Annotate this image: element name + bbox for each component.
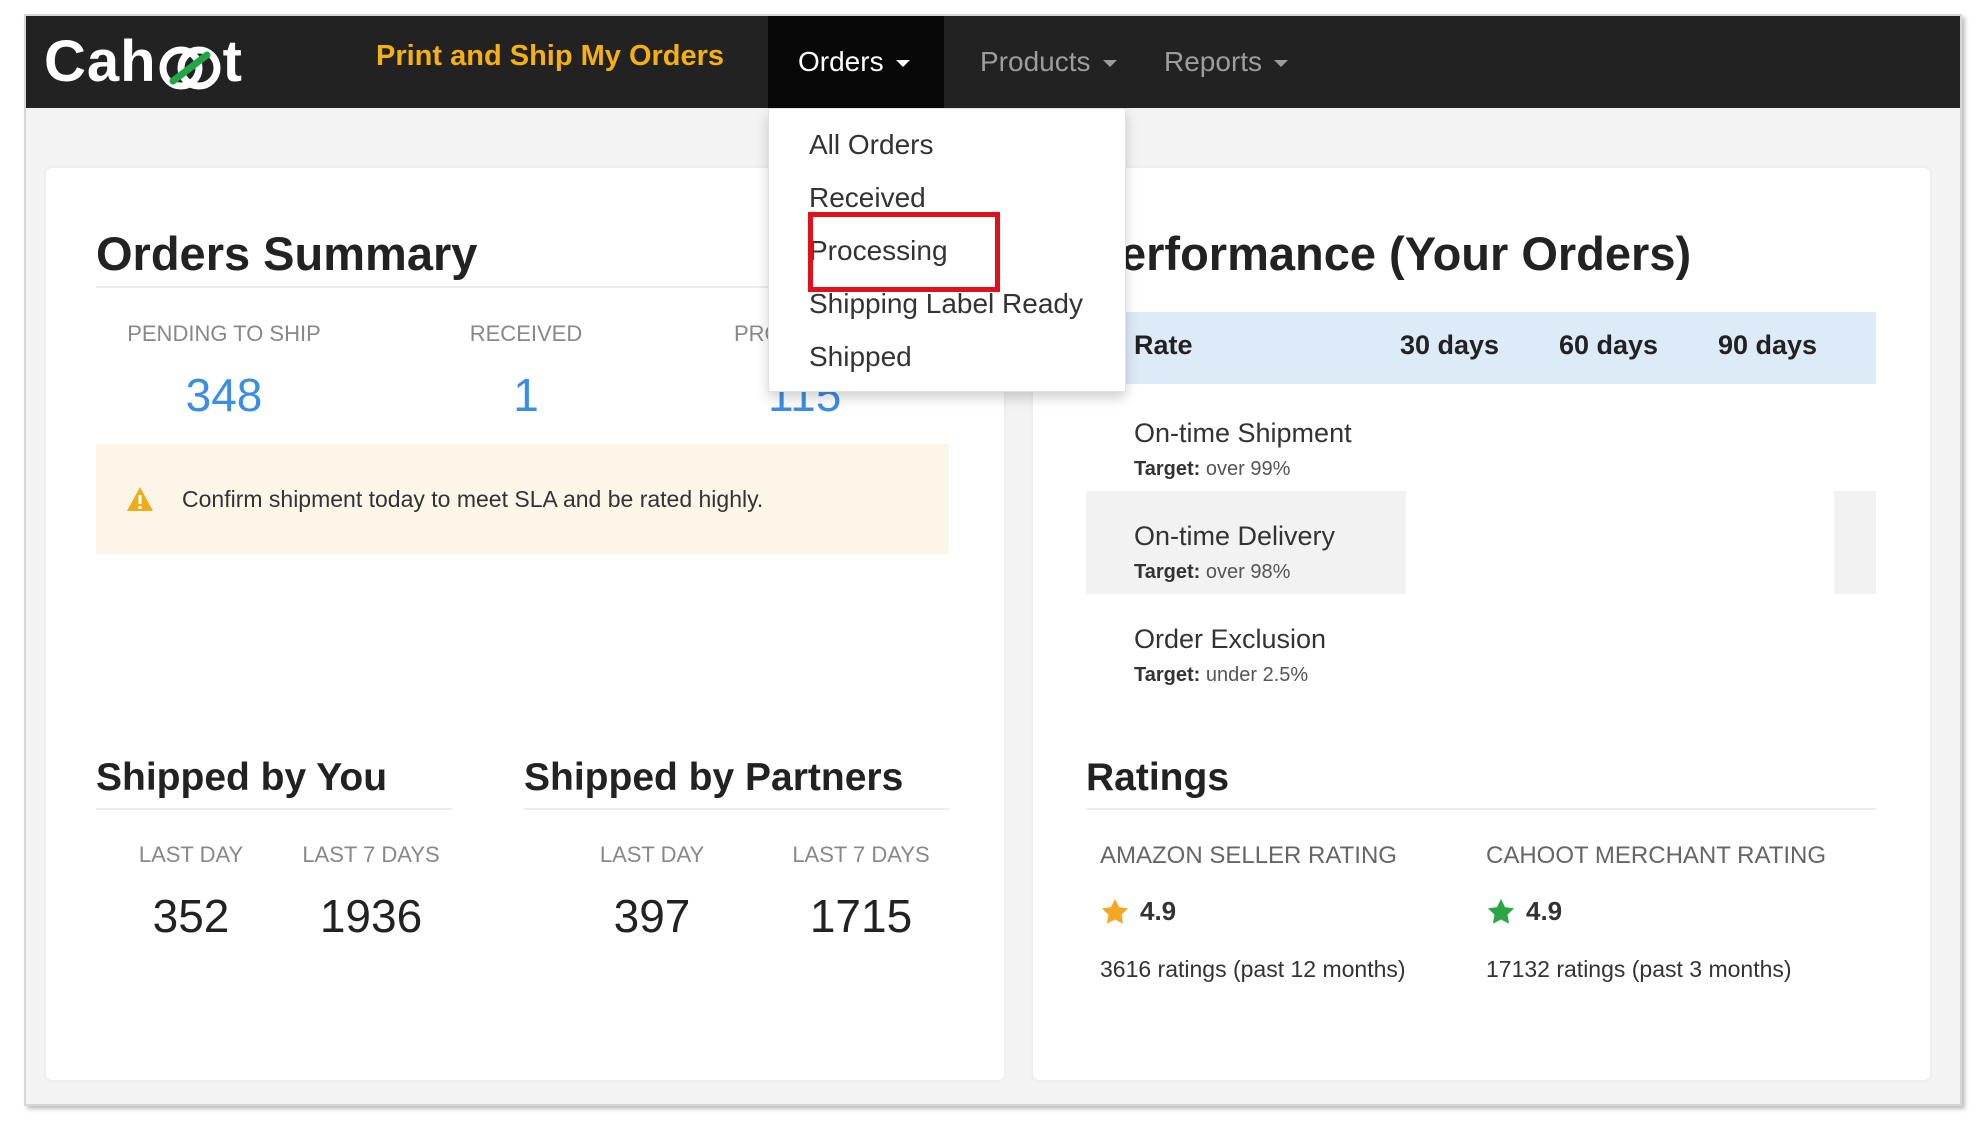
divider [1086, 808, 1876, 810]
warning-icon [127, 487, 153, 511]
row-on-time-delivery: On-time Delivery [1134, 521, 1336, 551]
app-window: Cah t Print and Ship My Orders Orders Pr… [24, 14, 1962, 1106]
partners-last-day-value: 397 [613, 890, 691, 942]
cahoot-rating-value: 4.9 [1486, 896, 1562, 927]
cahoot-rating-score: 4.9 [1526, 896, 1563, 926]
nav-products-label: Products [980, 46, 1091, 77]
menu-item-shipping-label-ready[interactable]: Shipping Label Ready [809, 288, 1083, 320]
target-label: Target: [1134, 561, 1201, 583]
col-90-days[interactable]: 90 days [1718, 330, 1817, 361]
caret-down-icon [1102, 60, 1117, 67]
target-value: over 98% [1205, 561, 1291, 583]
row-order-exclusion-target: Target: under 2.5% [1134, 664, 1308, 687]
target-label: Target: [1134, 664, 1201, 686]
amazon-rating-score: 4.9 [1140, 896, 1177, 926]
col-30-days[interactable]: 30 days [1400, 330, 1499, 361]
amazon-rating-count: 3616 ratings (past 12 months) [1100, 956, 1406, 982]
partners-last-7-days-value: 1715 [809, 890, 913, 942]
performance-title: erformance (Your Orders) [1120, 227, 1692, 280]
cahoot-logo[interactable]: Cah t [44, 26, 243, 96]
stat-pending-label: PENDING TO SHIP [127, 321, 321, 346]
amazon-rating-value: 4.9 [1100, 896, 1176, 927]
amazon-rating-label: AMAZON SELLER RATING [1100, 842, 1397, 869]
print-and-ship-link[interactable]: Print and Ship My Orders [376, 40, 724, 73]
col-rate: Rate [1134, 330, 1193, 360]
you-last-7-days-label: LAST 7 DAYS [302, 842, 440, 867]
caret-down-icon [1274, 60, 1289, 67]
row-on-time-shipment-target: Target: over 99% [1134, 458, 1290, 481]
star-icon [1487, 898, 1515, 924]
stat-received-label: RECEIVED [469, 321, 583, 346]
divider [96, 808, 452, 810]
sla-alert: Confirm shipment today to meet SLA and b… [96, 444, 949, 554]
row-order-exclusion: Order Exclusion [1134, 624, 1327, 654]
stat-received-value[interactable]: 1 [426, 368, 626, 422]
ratings-title: Ratings [1086, 756, 1230, 799]
nav-reports-menu[interactable]: Reports [1134, 16, 1318, 108]
processing-highlight-box [808, 212, 1000, 292]
caret-down-icon [895, 60, 910, 67]
menu-item-shipped[interactable]: Shipped [809, 341, 912, 373]
partners-last-7-days-label: LAST 7 DAYS [792, 842, 930, 867]
logo-text-right: t [222, 28, 243, 94]
row-on-time-delivery-target: Target: over 98% [1134, 561, 1290, 584]
you-last-7-days-value: 1936 [319, 890, 423, 942]
target-value: over 99% [1205, 458, 1291, 480]
shipped-by-you-title: Shipped by You [96, 756, 388, 799]
alert-text: Confirm shipment today to meet SLA and b… [182, 485, 764, 512]
menu-item-all-orders[interactable]: All Orders [809, 129, 933, 161]
nav-reports-label: Reports [1164, 46, 1263, 77]
top-navbar: Cah t Print and Ship My Orders Orders Pr… [26, 16, 1960, 108]
stat-pending-value[interactable]: 348 [114, 368, 334, 422]
target-value: under 2.5% [1205, 664, 1309, 686]
logo-link-icon [159, 38, 221, 90]
orders-summary-title: Orders Summary [96, 227, 478, 280]
logo-text-left: Cah [44, 28, 157, 94]
nav-orders-menu[interactable]: Orders [768, 16, 944, 108]
cahoot-rating-label: CAHOOT MERCHANT RATING [1486, 842, 1827, 869]
target-label: Target: [1134, 458, 1201, 480]
cahoot-rating-count: 17132 ratings (past 3 months) [1486, 956, 1792, 982]
nav-orders-label: Orders [798, 46, 884, 77]
shipped-by-partners-title: Shipped by Partners [524, 756, 904, 799]
partners-last-day-label: LAST DAY [599, 842, 705, 867]
table-row-highlight [1834, 491, 1876, 594]
you-last-day-label: LAST DAY [138, 842, 244, 867]
you-last-day-value: 352 [152, 890, 230, 942]
row-on-time-shipment: On-time Shipment [1134, 418, 1352, 448]
col-60-days[interactable]: 60 days [1559, 330, 1658, 361]
menu-item-received[interactable]: Received [809, 182, 926, 214]
divider [524, 808, 949, 810]
nav-products-menu[interactable]: Products [950, 16, 1147, 108]
star-icon [1101, 898, 1129, 924]
